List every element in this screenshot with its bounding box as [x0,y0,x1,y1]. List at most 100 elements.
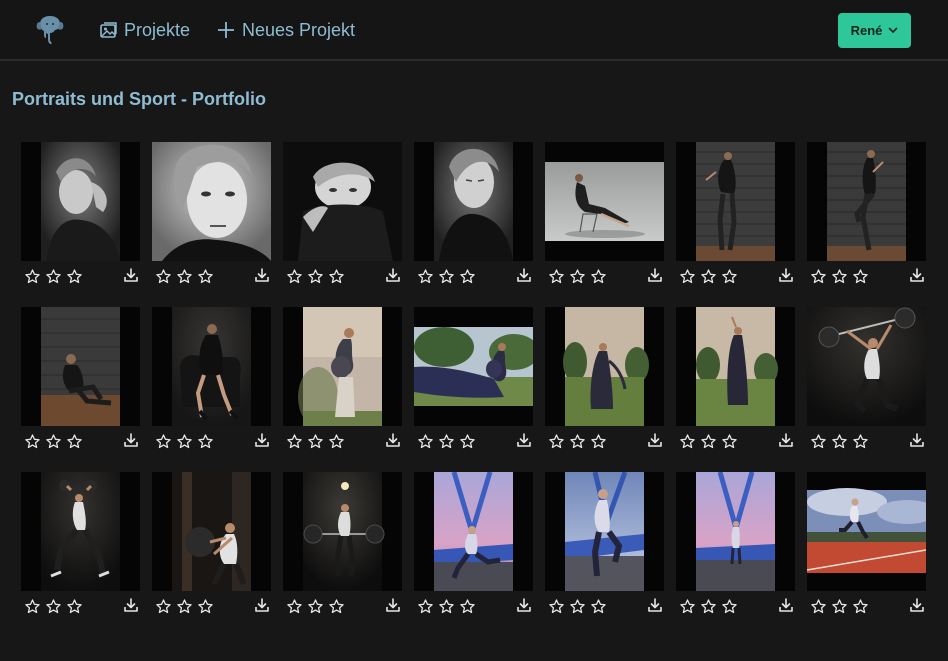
nav-projects-link[interactable]: Projekte [99,17,190,43]
star-icon[interactable] [679,598,696,615]
star-icon[interactable] [328,268,345,285]
star-icon[interactable] [307,268,324,285]
star-icon[interactable] [45,433,62,450]
photo-thumbnail-woman-barbell-overhead[interactable] [807,307,926,426]
download-icon[interactable] [385,267,401,283]
photo-thumbnail-bw-portrait-eyes-closed[interactable] [414,142,533,261]
star-icon[interactable] [852,598,869,615]
star-icon[interactable] [307,433,324,450]
star-icon[interactable] [197,433,214,450]
photo-thumbnail-runner-on-track[interactable] [807,472,926,591]
download-icon[interactable] [778,267,794,283]
star-icon[interactable] [155,598,172,615]
download-icon[interactable] [385,597,401,613]
star-icon[interactable] [852,268,869,285]
photo-thumbnail-runner-on-bridge-2[interactable] [545,472,664,591]
star-icon[interactable] [286,433,303,450]
star-icon[interactable] [721,433,738,450]
star-icon[interactable] [569,433,586,450]
photo-thumbnail-woman-in-dress-meadow[interactable] [545,307,664,426]
star-icon[interactable] [810,598,827,615]
photo-thumbnail-runner-on-bridge[interactable] [414,472,533,591]
photo-thumbnail-bw-portrait-closeup[interactable] [152,142,271,261]
download-icon[interactable] [647,432,663,448]
star-icon[interactable] [459,268,476,285]
star-icon[interactable] [176,598,193,615]
star-icon[interactable] [176,433,193,450]
download-icon[interactable] [254,597,270,613]
photo-thumbnail-woman-kettlebell-lunge[interactable] [21,472,140,591]
download-icon[interactable] [778,597,794,613]
photo-thumbnail-woman-against-brick-wall-2[interactable] [807,142,926,261]
star-icon[interactable] [286,268,303,285]
star-icon[interactable] [569,598,586,615]
download-icon[interactable] [385,432,401,448]
star-icon[interactable] [569,268,586,285]
star-icon[interactable] [459,433,476,450]
star-icon[interactable] [417,433,434,450]
download-icon[interactable] [647,597,663,613]
photo-thumbnail-bw-portrait-hand-on-head[interactable] [21,142,140,261]
star-icon[interactable] [176,268,193,285]
star-icon[interactable] [438,268,455,285]
star-icon[interactable] [286,598,303,615]
elephant-icon[interactable] [35,13,65,45]
star-icon[interactable] [66,598,83,615]
star-icon[interactable] [197,268,214,285]
photo-thumbnail-pregnant-woman-field[interactable] [283,307,402,426]
photo-thumbnail-bw-portrait-turtleneck[interactable] [283,142,402,261]
download-icon[interactable] [123,597,139,613]
photo-thumbnail-pregnant-woman-flowing-fabric[interactable] [414,307,533,426]
star-icon[interactable] [417,598,434,615]
photo-thumbnail-woman-sitting-on-floor[interactable] [21,307,140,426]
photo-thumbnail-studio-woman-on-chair[interactable] [545,142,664,261]
star-icon[interactable] [328,598,345,615]
star-icon[interactable] [45,598,62,615]
download-icon[interactable] [254,267,270,283]
download-icon[interactable] [516,597,532,613]
star-icon[interactable] [24,268,41,285]
star-icon[interactable] [810,433,827,450]
photo-thumbnail-woman-barbell-gym[interactable] [283,472,402,591]
star-icon[interactable] [590,268,607,285]
download-icon[interactable] [123,267,139,283]
star-icon[interactable] [548,598,565,615]
star-icon[interactable] [45,268,62,285]
star-icon[interactable] [721,268,738,285]
star-icon[interactable] [24,598,41,615]
star-icon[interactable] [417,268,434,285]
star-icon[interactable] [810,268,827,285]
star-icon[interactable] [831,433,848,450]
nav-new-project-link[interactable]: Neues Projekt [216,17,355,43]
star-icon[interactable] [700,268,717,285]
star-icon[interactable] [831,268,848,285]
download-icon[interactable] [909,267,925,283]
star-icon[interactable] [548,433,565,450]
download-icon[interactable] [909,432,925,448]
star-icon[interactable] [155,268,172,285]
download-icon[interactable] [647,267,663,283]
star-icon[interactable] [590,598,607,615]
star-icon[interactable] [679,433,696,450]
star-icon[interactable] [548,268,565,285]
photo-thumbnail-woman-against-brick-wall[interactable] [676,142,795,261]
photo-thumbnail-woman-medicine-ball-throw[interactable] [152,472,271,591]
star-icon[interactable] [700,598,717,615]
star-icon[interactable] [831,598,848,615]
photo-thumbnail-woman-in-dress-meadow-2[interactable] [676,307,795,426]
star-icon[interactable] [155,433,172,450]
star-icon[interactable] [459,598,476,615]
photo-thumbnail-woman-in-leather-chair[interactable] [152,307,271,426]
star-icon[interactable] [328,433,345,450]
photo-thumbnail-runner-on-bridge-3[interactable] [676,472,795,591]
star-icon[interactable] [307,598,324,615]
star-icon[interactable] [590,433,607,450]
download-icon[interactable] [254,432,270,448]
star-icon[interactable] [679,268,696,285]
star-icon[interactable] [438,433,455,450]
star-icon[interactable] [24,433,41,450]
star-icon[interactable] [721,598,738,615]
download-icon[interactable] [123,432,139,448]
download-icon[interactable] [778,432,794,448]
star-icon[interactable] [197,598,214,615]
